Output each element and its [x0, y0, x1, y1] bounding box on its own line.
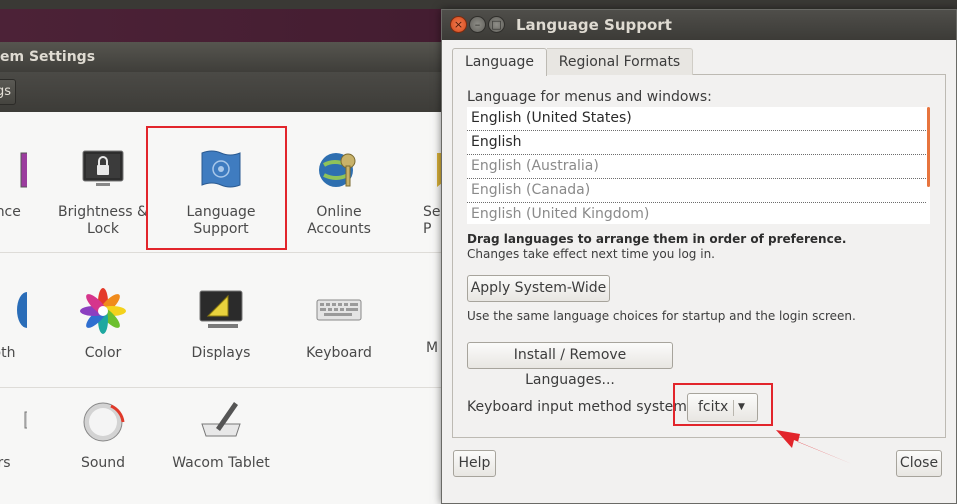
apply-system-wide-button[interactable]: Apply System-Wide [467, 275, 610, 302]
displays-icon [199, 290, 243, 328]
settings-item-displays[interactable]: Displays [165, 288, 277, 362]
settings-item-label: Wacom Tablet [172, 455, 270, 471]
settings-item-brightness-lock[interactable]: Brightness & Lock [47, 147, 159, 238]
sound-icon [83, 402, 125, 442]
language-list-item[interactable]: English (Australia) [467, 155, 926, 179]
dialog-title: Language Support [516, 16, 672, 34]
settings-item-sound[interactable]: Sound [47, 398, 159, 472]
printers-icon [24, 411, 36, 429]
tab-language[interactable]: Language [452, 48, 547, 76]
help-button[interactable]: Help [453, 450, 496, 477]
settings-item-label: Online Accounts [307, 204, 371, 237]
drag-hint-text: Drag languages to arrange them in order … [467, 232, 847, 246]
language-list-scrollbar[interactable] [927, 107, 930, 187]
install-remove-languages-button[interactable]: Install / Remove Languages... [467, 342, 673, 388]
settings-item-keyboard[interactable]: Keyboard [283, 288, 395, 362]
language-list-label: Language for menus and windows: [467, 89, 712, 105]
change-hint-text: Changes take effect next time you log in… [467, 247, 715, 261]
settings-item-color[interactable]: Color [47, 288, 159, 362]
wacom-tablet-icon [201, 402, 241, 437]
settings-item-label: Brightness & Lock [58, 204, 148, 237]
language-list-item[interactable]: English (Canada) [467, 179, 926, 203]
language-list-item[interactable]: English (United Kingdom) [467, 203, 926, 224]
tab-regional-formats[interactable]: Regional Formats [547, 48, 693, 75]
apply-hint-text: Use the same language choices for startu… [467, 309, 856, 323]
window-close-icon[interactable]: × [450, 16, 467, 33]
brightness-lock-icon [82, 150, 124, 186]
top-panel [0, 0, 957, 9]
color-icon [80, 288, 126, 334]
annotation-arrow-icon [776, 430, 852, 464]
appearance-icon [20, 152, 32, 188]
settings-item-wacom-tablet[interactable]: Wacom Tablet [165, 398, 277, 472]
language-list[interactable]: English (United States) English English … [467, 107, 930, 224]
settings-title: em Settings [0, 49, 96, 65]
close-button[interactable]: Close [896, 450, 942, 477]
window-maximize-icon[interactable]: □ [488, 16, 505, 33]
keyboard-icon [316, 299, 362, 321]
input-method-highlight-box [673, 383, 773, 426]
settings-item-online-accounts[interactable]: Online Accounts [283, 147, 395, 238]
settings-item-label: Keyboard [306, 345, 372, 361]
dialog-titlebar: × – □ Language Support [442, 10, 956, 40]
online-accounts-icon [319, 153, 356, 187]
language-list-item[interactable]: English (United States) [467, 107, 926, 131]
language-support-dialog: × – □ Language Support Language Regional… [441, 9, 957, 504]
settings-item-label: Sound [80, 455, 126, 471]
all-settings-button[interactable]: gs [0, 79, 16, 105]
language-support-highlight-box [146, 126, 287, 250]
settings-item-label: Displays [191, 345, 251, 361]
bluetooth-icon [17, 292, 37, 328]
settings-item-label: Color [84, 345, 122, 361]
language-list-item[interactable]: English [467, 131, 926, 155]
window-minimize-icon[interactable]: – [469, 16, 486, 33]
keyboard-input-method-label: Keyboard input method system: [467, 399, 692, 415]
